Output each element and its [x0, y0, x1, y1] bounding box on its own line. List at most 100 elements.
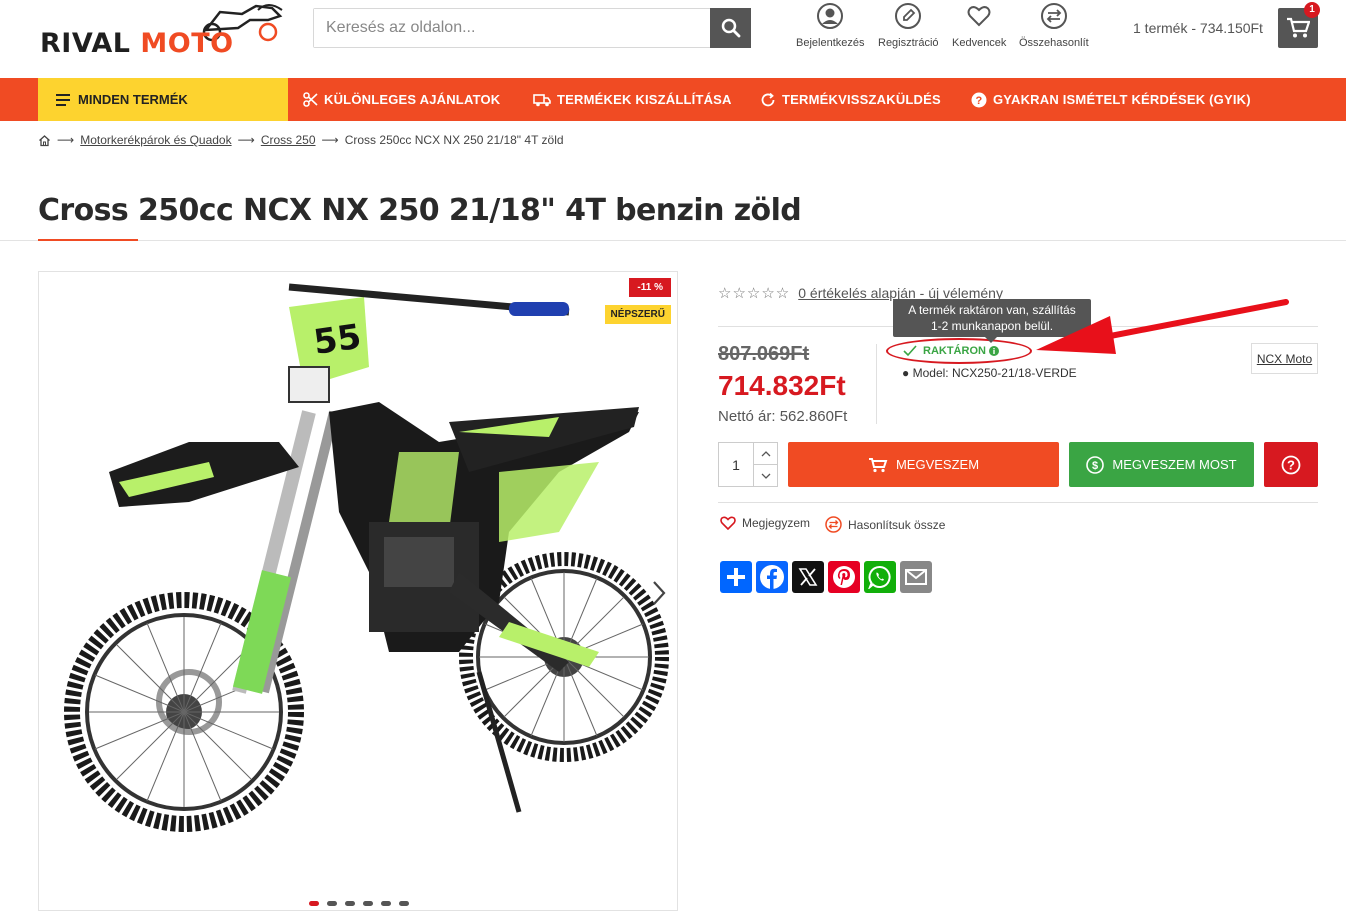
svg-text:?: ? [1287, 457, 1295, 472]
whatsapp-share-button[interactable] [864, 561, 896, 593]
x-share-button[interactable] [792, 561, 824, 593]
question-icon: ? [1281, 455, 1301, 474]
svg-text:55: 55 [311, 317, 363, 363]
home-icon[interactable] [38, 134, 51, 147]
pencil-icon [895, 3, 922, 29]
search-input[interactable] [314, 9, 712, 47]
quantity-decrease-button[interactable] [754, 464, 777, 486]
share-buttons [720, 561, 932, 593]
check-icon [903, 345, 917, 357]
user-icon [817, 3, 844, 29]
heart-icon [967, 6, 991, 27]
help-button[interactable]: ? [1264, 442, 1318, 487]
add-to-cart-label: MEGVESZEM [895, 457, 980, 472]
facebook-icon [760, 565, 784, 589]
breadcrumb: ⟶ Motorkerékpárok és Quadok ⟶ Cross 250 … [38, 133, 564, 147]
buy-now-button[interactable]: $ MEGVESZEM MOST [1069, 442, 1254, 487]
search-button[interactable] [710, 8, 751, 48]
nav-faq[interactable]: ? GYAKRAN ISMÉTELT KÉRDÉSEK (GYIK) [971, 78, 1251, 121]
compare-product-link[interactable]: Hasonlítsuk össze [825, 516, 945, 533]
svg-text:$: $ [1092, 460, 1098, 472]
gallery-dot[interactable] [399, 901, 409, 906]
net-price: Nettó ár: 562.860Ft [718, 408, 848, 425]
buy-now-label: MEGVESZEM MOST [1112, 457, 1237, 472]
dollar-icon: $ [1086, 455, 1105, 474]
cart-count-badge: 1 [1304, 2, 1320, 18]
whatsapp-icon [868, 566, 891, 589]
menu-icon [56, 93, 70, 106]
breadcrumb-current: Cross 250cc NCX NX 250 21/18" 4T zöld [344, 133, 564, 147]
vertical-divider [876, 344, 877, 424]
nav-special-offers[interactable]: KÜLÖNLEGES AJÁNLATOK [303, 78, 500, 121]
nav-returns[interactable]: TERMÉKVISSZAKÜLDÉS [760, 78, 941, 121]
breadcrumb-link-motorcycles[interactable]: Motorkerékpárok és Quadok [80, 133, 231, 147]
truck-icon [533, 93, 551, 106]
logo-moto: MOTO [140, 28, 234, 59]
nav-faq-label: GYAKRAN ISMÉTELT KÉRDÉSEK (GYIK) [993, 92, 1251, 107]
red-arrow-annotation-icon [1036, 299, 1289, 354]
site-header: RIVAL MOTO Bejelentkezés Regisztráció Ke… [0, 0, 1346, 78]
wishlist-link[interactable]: Megjegyzem [720, 516, 810, 530]
compare-link[interactable]: Összehasonlít [1019, 3, 1089, 49]
heart-icon [720, 516, 736, 530]
share-button[interactable] [720, 561, 752, 593]
breadcrumb-arrow-icon: ⟶ [237, 133, 255, 147]
quantity-increase-button[interactable] [754, 443, 777, 464]
all-products-menu[interactable]: MINDEN TERMÉK [38, 78, 288, 121]
scissors-icon [303, 92, 318, 107]
main-nav: MINDEN TERMÉK KÜLÖNLEGES AJÁNLATOK TERMÉ… [0, 78, 1346, 121]
register-link[interactable]: Regisztráció [878, 3, 939, 49]
email-share-button[interactable] [900, 561, 932, 593]
cart-icon [868, 457, 888, 472]
search-icon [721, 18, 740, 38]
gallery-dot[interactable] [345, 901, 355, 906]
title-accent-bar [38, 239, 138, 241]
gallery-dot[interactable] [309, 901, 319, 906]
cart-summary[interactable]: 1 termék - 734.150Ft [1133, 20, 1263, 36]
cart-icon [1287, 17, 1310, 38]
logo-text: RIVAL MOTO [40, 28, 234, 59]
discount-badge: -11 % [629, 278, 671, 297]
star-rating-icon: ☆☆☆☆☆ [718, 285, 791, 302]
product-image[interactable]: 55 [39, 272, 678, 911]
facebook-share-button[interactable] [756, 561, 788, 593]
x-icon [798, 568, 818, 586]
pinterest-icon [833, 566, 855, 588]
gallery-dot[interactable] [363, 901, 373, 906]
nav-special-offers-label: KÜLÖNLEGES AJÁNLATOK [324, 92, 501, 107]
compare-icon [1040, 3, 1067, 29]
login-label: Bejelentkezés [796, 37, 865, 49]
gallery-dot[interactable] [327, 901, 337, 906]
favorites-link[interactable]: Kedvencek [952, 3, 1006, 49]
search-box [313, 8, 751, 48]
old-price: 807.069Ft [718, 343, 810, 365]
favorites-label: Kedvencek [952, 37, 1007, 49]
current-price: 714.832Ft [718, 370, 846, 401]
nav-delivery[interactable]: TERMÉKEK KISZÁLLÍTÁSA [533, 78, 732, 121]
site-logo[interactable]: RIVAL MOTO [40, 2, 290, 62]
breadcrumb-arrow-icon: ⟶ [321, 133, 339, 147]
chevron-right-icon[interactable] [651, 580, 667, 606]
pinterest-share-button[interactable] [828, 561, 860, 593]
gallery-dot[interactable] [381, 901, 391, 906]
breadcrumb-link-cross250[interactable]: Cross 250 [261, 133, 316, 147]
add-to-cart-button[interactable]: MEGVESZEM [788, 442, 1059, 487]
quantity-stepper [718, 442, 778, 487]
nav-delivery-label: TERMÉKEK KISZÁLLÍTÁSA [557, 92, 732, 107]
compare-label: Összehasonlít [1019, 37, 1089, 49]
breadcrumb-arrow-icon: ⟶ [57, 133, 75, 147]
info-icon[interactable] [988, 346, 999, 356]
wishlist-label: Megjegyzem [742, 516, 811, 530]
popular-badge: NÉPSZERŰ [604, 305, 671, 324]
quantity-input[interactable] [719, 443, 753, 486]
quantity-buttons [753, 443, 777, 486]
compare-icon [825, 516, 842, 533]
question-icon: ? [971, 92, 987, 107]
register-label: Regisztráció [878, 37, 939, 49]
chevron-down-icon [761, 473, 770, 479]
svg-text:?: ? [976, 95, 983, 107]
login-link[interactable]: Bejelentkezés [796, 3, 865, 49]
stock-label: RAKTÁRON [923, 345, 986, 357]
stock-status[interactable]: RAKTÁRON [903, 345, 999, 357]
product-gallery[interactable]: 55 -11 % NÉPSZERŰ [38, 271, 678, 911]
